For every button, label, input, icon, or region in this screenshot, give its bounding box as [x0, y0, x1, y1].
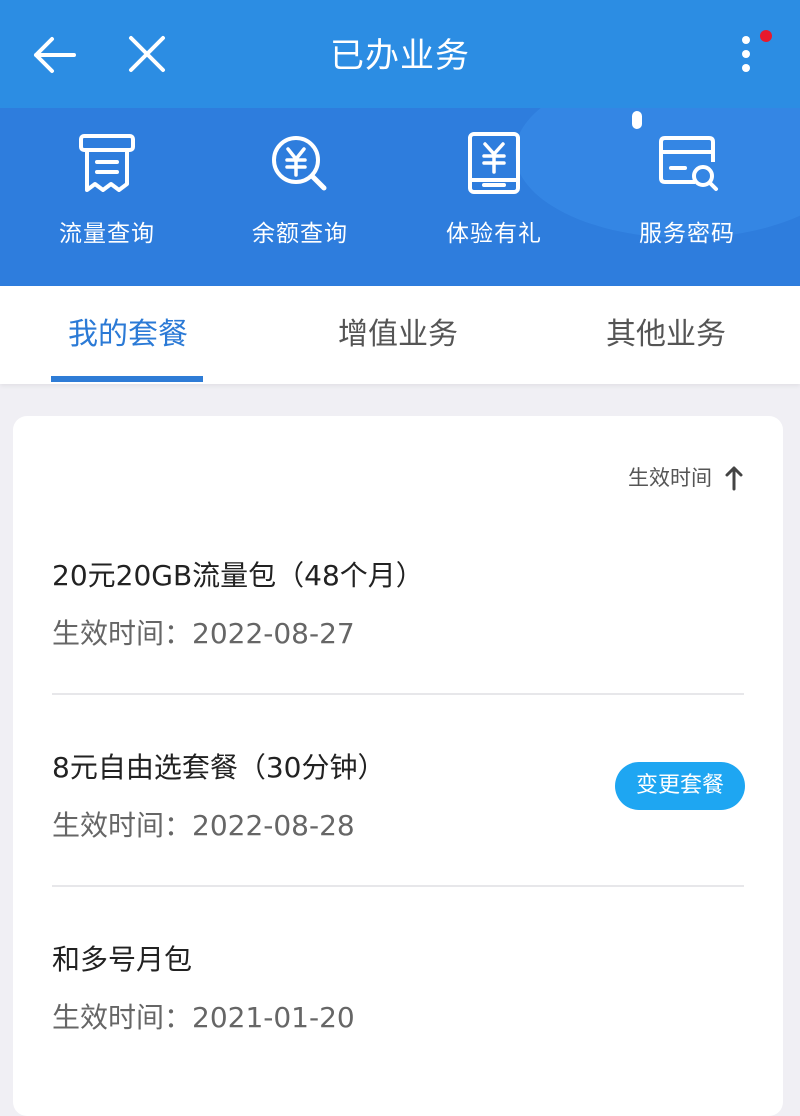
- quick-action-data-query[interactable]: 流量查询: [10, 130, 204, 260]
- package-name: 20元20GB流量包（48个月）: [52, 559, 424, 592]
- tab-other[interactable]: 其他业务: [566, 286, 766, 384]
- yuan-search-icon: [272, 136, 327, 191]
- sort-label: 生效时间: [628, 466, 712, 490]
- quick-action-label: 服务密码: [639, 221, 735, 247]
- sort-by-effective-time[interactable]: 生效时间: [600, 458, 750, 498]
- quick-action-balance-query[interactable]: 余额查询: [203, 130, 397, 260]
- close-button[interactable]: [122, 28, 172, 80]
- quick-action-service-password[interactable]: 服务密码: [590, 130, 784, 260]
- quick-action-label: 体验有礼: [446, 221, 542, 247]
- package-effective-date: 生效时间：2022-08-28: [52, 809, 355, 842]
- package-name: 和多号月包: [52, 943, 193, 976]
- divider: [52, 885, 744, 887]
- quick-action-label: 余额查询: [252, 221, 348, 247]
- notification-dot: [760, 30, 772, 42]
- package-effective-date: 生效时间：2021-01-20: [52, 1001, 355, 1034]
- active-tab-indicator: [51, 376, 203, 382]
- page-title: 已办业务: [330, 36, 470, 76]
- package-name: 8元自由选套餐（30分钟）: [52, 751, 386, 784]
- tab-value-added[interactable]: 增值业务: [298, 286, 498, 384]
- arrow-up-icon: [725, 466, 743, 491]
- change-plan-button[interactable]: 变更套餐: [615, 762, 745, 810]
- quick-action-label: 流量查询: [59, 221, 155, 247]
- more-button[interactable]: [726, 24, 774, 84]
- more-vertical-icon: [742, 30, 772, 72]
- package-effective-date: 生效时间：2022-08-27: [52, 617, 355, 650]
- back-arrow-icon: [34, 37, 76, 73]
- back-button[interactable]: [28, 30, 82, 80]
- decorative-dot: [632, 111, 642, 129]
- yuan-phone-icon: [468, 132, 520, 194]
- close-icon: [129, 36, 165, 72]
- receipt-icon: [79, 134, 135, 192]
- tab-my-plan[interactable]: 我的套餐: [28, 286, 228, 384]
- tab-bar: 我的套餐 增值业务 其他业务: [0, 286, 800, 384]
- quick-action-experience-gift[interactable]: 体验有礼: [397, 130, 591, 260]
- card-search-icon: [659, 136, 718, 191]
- divider: [52, 693, 744, 695]
